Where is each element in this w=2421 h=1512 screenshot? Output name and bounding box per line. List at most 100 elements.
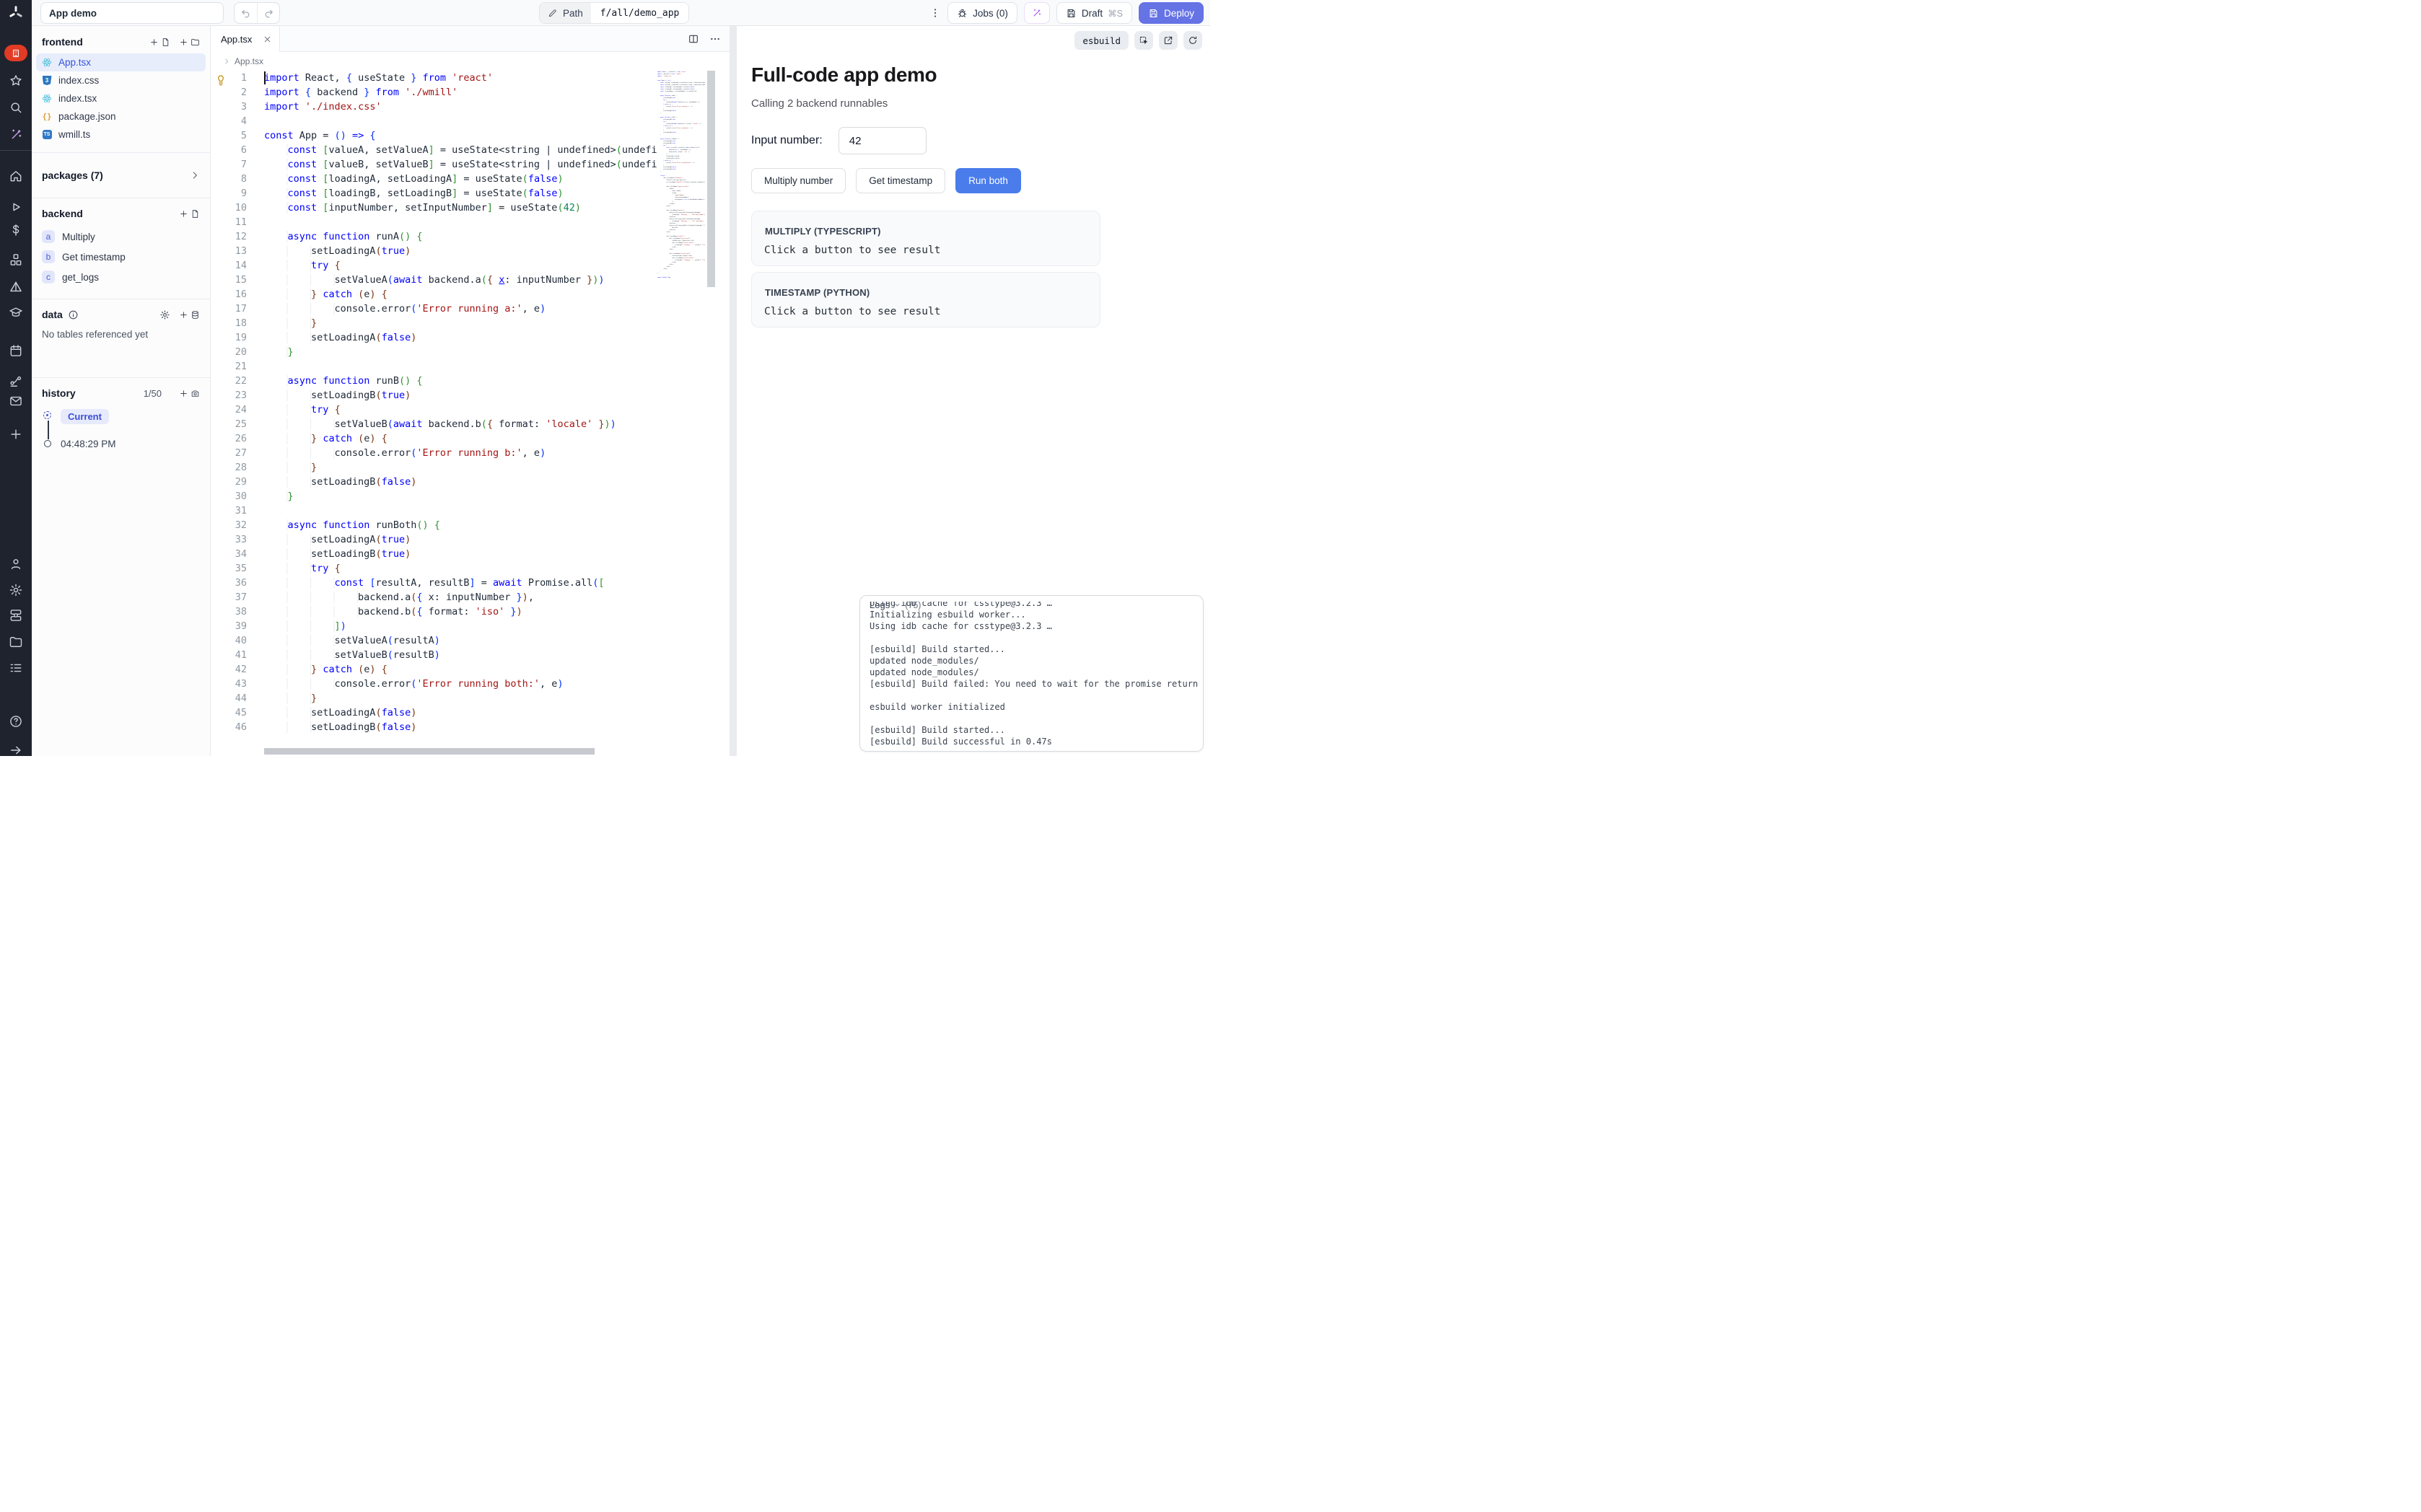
tutorials-icon[interactable] <box>9 305 23 320</box>
runs-icon[interactable] <box>9 200 23 214</box>
refresh-button[interactable] <box>1183 31 1202 50</box>
backend-item-b[interactable]: bGet timestamp <box>38 247 204 267</box>
minimap[interactable]: import React, { useState } from 'react'i… <box>657 71 705 388</box>
code-line[interactable]: 1import React, { useState } from 'react' <box>211 71 657 85</box>
code-line[interactable]: 35 try { <box>211 561 657 576</box>
schedules-icon[interactable] <box>9 343 23 358</box>
horizontal-scrollbar-thumb[interactable] <box>264 748 595 755</box>
folders-icon[interactable] <box>9 635 23 649</box>
code-line[interactable]: 46 setLoadingB(false) <box>211 720 657 734</box>
add-runnable-button[interactable] <box>179 209 200 219</box>
audit-logs-icon[interactable] <box>9 661 23 675</box>
code-line[interactable]: 30 } <box>211 489 657 504</box>
add-table-button[interactable] <box>179 310 200 320</box>
file-item-index-tsx[interactable]: index.tsx <box>36 89 206 107</box>
user-icon[interactable] <box>9 557 23 571</box>
code-line[interactable]: 28 } <box>211 460 657 475</box>
file-item-app-tsx[interactable]: App.tsx <box>36 53 206 71</box>
inspect-button[interactable] <box>1134 31 1153 50</box>
code-line[interactable]: 29 setLoadingB(false) <box>211 475 657 489</box>
logs-panel[interactable]: Logs (75) Using idb cache for csstype@3.… <box>859 595 1204 752</box>
pane-resize-handle[interactable] <box>730 26 737 756</box>
expand-rail-icon[interactable] <box>9 743 23 757</box>
code-line[interactable]: 3import './index.css' <box>211 100 657 114</box>
redo-button[interactable] <box>257 3 279 23</box>
code-line[interactable]: 5const App = () => { <box>211 128 657 143</box>
tab-app-tsx[interactable]: App.tsx <box>211 26 280 52</box>
code-line[interactable]: 13 setLoadingA(true) <box>211 244 657 258</box>
input-number-field[interactable]: 42 <box>839 127 927 154</box>
code-line[interactable]: 21 <box>211 359 657 374</box>
code-line[interactable]: 44 } <box>211 691 657 706</box>
code-line[interactable]: 19 setLoadingA(false) <box>211 330 657 345</box>
resources-icon[interactable] <box>9 252 23 267</box>
code-line[interactable]: 23 setLoadingB(true) <box>211 388 657 403</box>
ai-icon[interactable] <box>9 128 23 142</box>
split-editor-icon[interactable] <box>688 33 699 45</box>
code-line[interactable]: 6 const [valueA, setValueA] = useState<s… <box>211 143 657 157</box>
add-snapshot-button[interactable] <box>179 389 200 398</box>
vertical-scrollbar[interactable] <box>706 71 716 756</box>
file-item-index-css[interactable]: 3index.css <box>36 71 206 89</box>
code-line[interactable]: 33 setLoadingA(true) <box>211 532 657 547</box>
code-line[interactable]: 36 const [resultA, resultB] = await Prom… <box>211 576 657 590</box>
add-folder-button[interactable] <box>179 38 200 47</box>
backend-item-a[interactable]: aMultiply <box>38 227 204 247</box>
code-line[interactable]: 25 setValueB(await backend.b({ format: '… <box>211 417 657 431</box>
add-file-button[interactable] <box>149 38 170 47</box>
code-line[interactable]: 40 setValueA(resultA) <box>211 633 657 648</box>
code-line[interactable]: 32 async function runBoth() { <box>211 518 657 532</box>
code-line[interactable]: 20 } <box>211 345 657 359</box>
code-line[interactable]: 17 console.error('Error running a:', e) <box>211 302 657 316</box>
code-line[interactable]: 41 setValueB(resultB) <box>211 648 657 662</box>
mail-icon[interactable] <box>9 394 23 408</box>
home-icon[interactable] <box>9 169 23 183</box>
run-both-button[interactable]: Run both <box>955 168 1021 193</box>
code-line[interactable]: 7 const [valueB, setValueB] = useState<s… <box>211 157 657 172</box>
runtime-badge[interactable]: esbuild <box>1074 31 1129 50</box>
current-version-chip[interactable]: Current <box>61 409 109 424</box>
app-name-input[interactable]: App demo <box>40 2 224 24</box>
packages-section[interactable]: packages (7) <box>32 152 210 198</box>
code-line[interactable]: 37 backend.a({ x: inputNumber }), <box>211 590 657 605</box>
file-item-package-json[interactable]: {}package.json <box>36 107 206 126</box>
code-line[interactable]: 4 <box>211 114 657 128</box>
backend-item-c[interactable]: cget_logs <box>38 267 204 287</box>
code-line[interactable]: 12 async function runA() { <box>211 229 657 244</box>
code-line[interactable]: 45 setLoadingA(false) <box>211 706 657 720</box>
open-external-button[interactable] <box>1159 31 1178 50</box>
add-icon[interactable] <box>9 427 23 441</box>
code-line[interactable]: 18 } <box>211 316 657 330</box>
help-icon[interactable] <box>9 714 23 729</box>
windmill-logo[interactable] <box>0 0 32 26</box>
code-line[interactable]: 43 console.error('Error running both:', … <box>211 677 657 691</box>
lightbulb-icon[interactable] <box>214 72 228 87</box>
billing-icon[interactable] <box>9 223 23 237</box>
code-line[interactable]: 10 const [inputNumber, setInputNumber] =… <box>211 201 657 215</box>
code-line[interactable]: 22 async function runB() { <box>211 374 657 388</box>
code-line[interactable]: 15 setValueA(await backend.a({ x: inputN… <box>211 273 657 287</box>
close-icon[interactable] <box>263 35 272 44</box>
favorites-icon[interactable] <box>9 74 23 88</box>
code-line[interactable]: 31 <box>211 504 657 518</box>
editor-menu-icon[interactable] <box>709 33 721 45</box>
draft-button[interactable]: Draft ⌘S <box>1056 2 1132 24</box>
code-line[interactable]: 16 } catch (e) { <box>211 287 657 302</box>
workspace-apps-button[interactable] <box>4 45 27 61</box>
undo-button[interactable] <box>235 3 257 23</box>
code-line[interactable]: 8 const [loadingA, setLoadingA] = useSta… <box>211 172 657 186</box>
code-line[interactable]: 14 try { <box>211 258 657 273</box>
code-line[interactable]: 2import { backend } from './wmill' <box>211 85 657 100</box>
logs-title[interactable]: Logs <box>870 599 890 610</box>
path-chip[interactable]: Path f/all/demo_app <box>539 2 689 24</box>
variables-icon[interactable] <box>9 280 23 294</box>
info-icon[interactable] <box>68 309 79 320</box>
file-item-wmill-ts[interactable]: TSwmill.ts <box>36 126 206 144</box>
more-menu-button[interactable] <box>929 7 941 19</box>
routes-icon[interactable] <box>9 374 23 389</box>
workers-icon[interactable] <box>9 608 23 623</box>
data-settings-icon[interactable] <box>159 309 170 320</box>
code-line[interactable]: 39 ]) <box>211 619 657 633</box>
code-line[interactable]: 38 backend.b({ format: 'iso' }) <box>211 605 657 619</box>
version-timestamp[interactable]: 04:48:29 PM <box>61 439 116 449</box>
